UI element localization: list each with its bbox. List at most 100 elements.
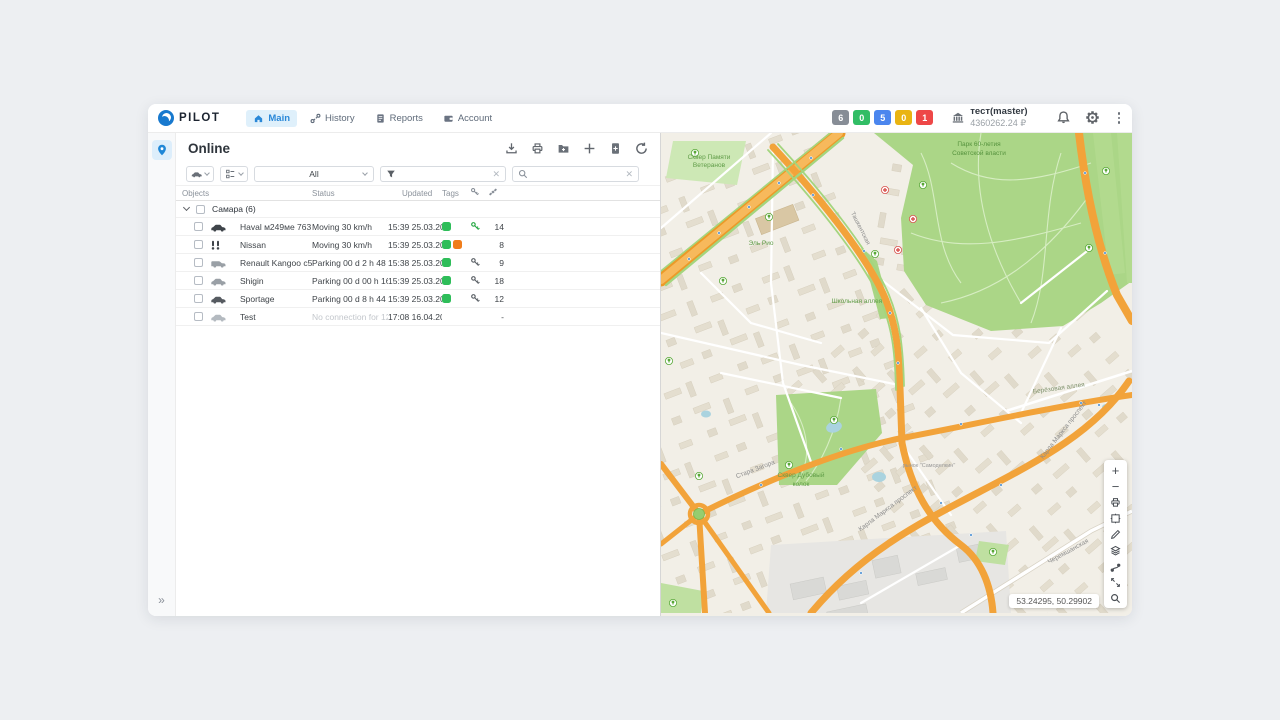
object-status: No connection for 12 mo [312,312,388,322]
col-updated[interactable]: Updated [388,189,442,198]
brand-logo[interactable]: PILOT [158,110,220,126]
counter-all[interactable]: 6 [832,110,849,125]
tab-main-label: Main [268,113,290,124]
map[interactable]: Сквер ПамятиВетерановПарк 60-летияСоветс… [661,133,1132,616]
table-row[interactable]: Shigin Parking 00 d 00 h 16 min 15:39 25… [176,272,660,290]
row-checkbox[interactable] [194,276,203,285]
col-key[interactable] [470,187,488,199]
refresh-icon[interactable] [635,142,648,155]
map-pin-icon[interactable] [152,140,172,160]
table-header: Objects Status Updated Tags [176,185,660,201]
counter-green[interactable]: 0 [853,110,870,125]
table-row[interactable]: Sportage Parking 00 d 8 h 44 min 15:39 2… [176,290,660,308]
tab-history[interactable]: History [303,110,362,127]
collapse-chevron-icon[interactable] [183,204,190,211]
svg-text:Школьная аллея: Школьная аллея [832,298,883,305]
object-updated: 17:08 16.04.2024 [388,312,442,322]
row-checkbox[interactable] [194,312,203,321]
table-row[interactable]: Nissan Moving 30 km/h 15:39 25.03.2025 8 [176,236,660,254]
route-icon [310,113,321,124]
tab-account[interactable]: Account [436,110,499,127]
object-status: Parking 00 d 8 h 44 min [312,294,388,304]
table-row[interactable]: Renault Kangoo с550еу1... Parking 00 d 2… [176,254,660,272]
search-field[interactable] [532,168,621,180]
grouping-button[interactable] [220,166,248,182]
chevron-down-icon [238,170,244,176]
row-checkbox[interactable] [194,240,203,249]
svg-text:Парк 60-летия: Парк 60-летия [957,141,1001,148]
tab-reports[interactable]: Reports [368,110,430,127]
user-menu[interactable]: тест(master) 4360262.24 ₽ [951,107,1027,128]
zoom-in-button[interactable]: + [1106,462,1125,478]
table-row[interactable]: Haval м249ме 763 Moving 30 km/h 15:39 25… [176,218,660,236]
clear-search-icon[interactable]: ✕ [625,170,633,179]
tag-badge [453,240,462,249]
tab-account-label: Account [458,113,492,124]
file-export-icon[interactable] [609,142,622,155]
download-icon[interactable] [505,142,518,155]
search-input[interactable]: ✕ [512,166,639,182]
main-nav-tabs: Main History Reports Account [246,110,499,127]
map-print-button[interactable] [1106,494,1125,510]
table-row[interactable]: Test No connection for 12 mo 17:08 16.04… [176,308,660,326]
clear-filter-icon[interactable]: ✕ [492,170,500,179]
pilot-logo-icon [158,110,174,126]
kebab-menu-icon[interactable] [1116,110,1123,126]
row-checkbox[interactable] [194,222,203,231]
map-canvas[interactable]: Сквер ПамятиВетерановПарк 60-летияСоветс… [661,133,1132,613]
col-objects[interactable]: Objects [182,189,312,198]
object-updated: 15:39 25.03.2025 [388,276,442,286]
print-icon[interactable] [531,142,544,155]
object-name: Test [240,312,312,322]
counter-red[interactable]: 1 [916,110,933,125]
svg-text:рынок "Самоделкин": рынок "Самоделкин" [903,463,956,469]
tags-cell [442,276,470,285]
group-checkbox[interactable] [196,205,205,214]
sat-count: 9 [488,258,508,268]
mini-sidebar: » [148,133,176,616]
sat-count: 14 [488,222,508,232]
cursor-coordinates: 53.24295, 50.29902 [1009,594,1099,608]
object-status: Parking 00 d 2 h 48 min [312,258,388,268]
fit-button[interactable] [1106,574,1125,590]
tags-filter-input[interactable]: ✕ [380,166,506,182]
selection-button[interactable] [1106,510,1125,526]
vehicle-icon [210,258,240,268]
counter-yellow[interactable]: 0 [895,110,912,125]
map-search-button[interactable] [1106,590,1125,606]
tab-history-label: History [325,113,355,124]
col-status[interactable]: Status [312,189,388,198]
measure-button[interactable] [1106,526,1125,542]
tab-main[interactable]: Main [246,110,297,127]
key-icon [470,293,488,304]
bank-icon [951,111,965,125]
vehicle-icon [210,276,240,286]
status-select-value: All [309,169,318,179]
route-button[interactable] [1106,558,1125,574]
layers-button[interactable] [1106,542,1125,558]
counter-blue[interactable]: 5 [874,110,891,125]
bell-icon[interactable] [1056,110,1071,125]
tags-filter-field[interactable] [400,168,488,180]
svg-text:Сквер Дубовый: Сквер Дубовый [778,471,825,479]
object-type-filter-button[interactable] [186,166,214,182]
top-navbar: PILOT Main History Reports Account 6 [148,104,1132,133]
col-satellites[interactable] [488,187,508,199]
object-status: Moving 30 km/h [312,222,388,232]
row-checkbox[interactable] [194,294,203,303]
expand-panel-button[interactable]: » [152,591,171,609]
group-label: Самара (6) [212,204,256,214]
object-status: Parking 00 d 00 h 16 min [312,276,388,286]
zoom-out-button[interactable]: − [1106,478,1125,494]
user-name: тест(master) [970,107,1027,118]
sat-count: 8 [488,240,508,250]
key-icon [470,221,488,232]
status-select[interactable]: All [254,166,374,182]
gear-icon[interactable] [1085,110,1100,125]
col-tags[interactable]: Tags [442,189,470,198]
tag-badge [442,258,451,267]
add-icon[interactable] [583,142,596,155]
group-row[interactable]: Самара (6) [176,201,660,218]
folder-add-icon[interactable] [557,142,570,155]
row-checkbox[interactable] [194,258,203,267]
